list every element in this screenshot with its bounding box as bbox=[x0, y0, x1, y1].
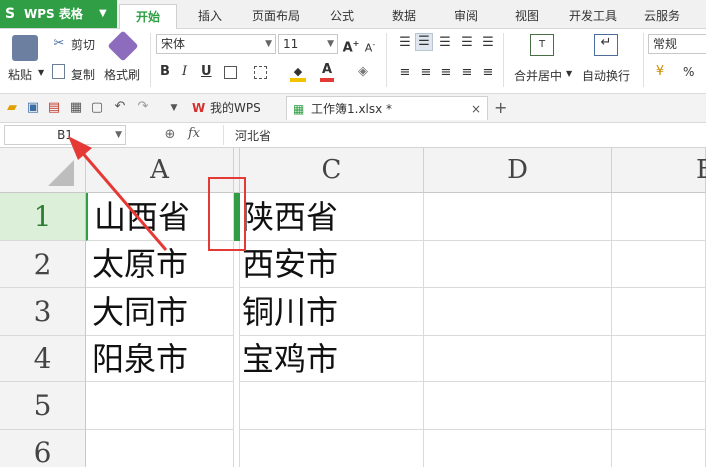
annotation-arrow-icon bbox=[68, 136, 168, 251]
